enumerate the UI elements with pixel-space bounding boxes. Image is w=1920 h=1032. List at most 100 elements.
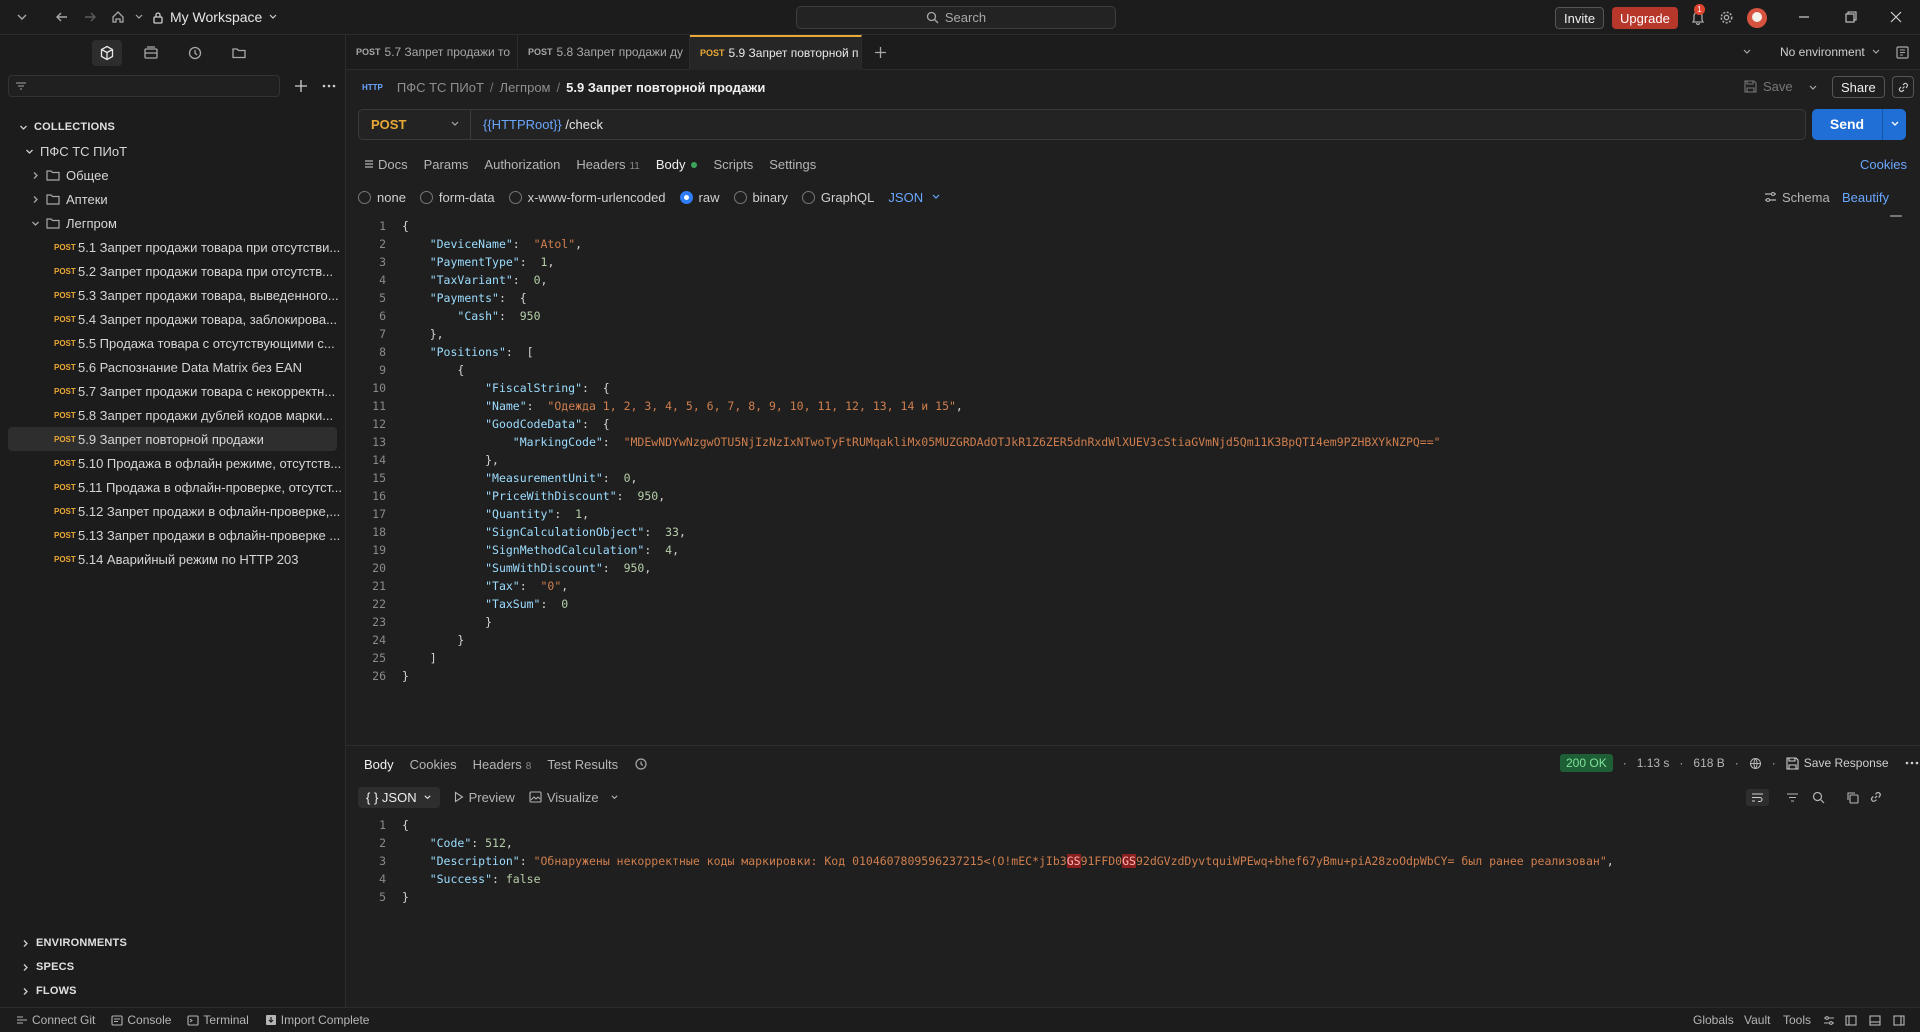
workspace-selector[interactable]: My Workspace	[152, 9, 278, 25]
schema-button[interactable]: Schema	[1764, 190, 1830, 205]
specs-section[interactable]: SPECS	[0, 955, 346, 979]
collection-root[interactable]: ПФС ТС ПИоТ	[0, 139, 345, 163]
request-item[interactable]: POST 5.10 Продажа в офлайн режиме, отсутс…	[0, 451, 345, 475]
wrap-lines-icon[interactable]	[1746, 788, 1769, 806]
folder-item[interactable]: Легпром	[0, 211, 345, 235]
radio-graphql[interactable]: GraphQL	[801, 190, 874, 205]
request-item[interactable]: POST 5.12 Запрет продажи в офлайн-проверк…	[0, 499, 345, 523]
method-select[interactable]: POST	[359, 109, 471, 139]
restore-window-icon[interactable]	[1837, 3, 1865, 31]
home-chevron-icon[interactable]	[132, 3, 146, 31]
forward-arrow-icon[interactable]	[76, 3, 104, 31]
response-search-icon[interactable]	[1812, 791, 1825, 804]
request-tab-active[interactable]: POST 5.9 Запрет повторной п	[690, 34, 862, 70]
response-body-viewer[interactable]: 1{2 "Code": 512, 3 "Description": "Обнару…	[346, 812, 1920, 906]
tab-authorization[interactable]: Authorization	[484, 157, 560, 172]
folder-item[interactable]: Общее	[0, 163, 345, 187]
console-button[interactable]: Console	[111, 1013, 171, 1027]
request-body-editor[interactable]: 1{2 "DeviceName": "Atol", 3 "PaymentType"…	[346, 215, 1920, 735]
request-item[interactable]: POST 5.11 Продажа в офлайн-проверке, отсу…	[0, 475, 345, 499]
breadcrumb-root[interactable]: ПФС ТС ПИоТ	[397, 80, 484, 95]
environments-section[interactable]: ENVIRONMENTS	[0, 931, 346, 955]
request-item[interactable]: POST 5.9 Запрет повторной продажи	[8, 427, 337, 451]
layout-bottom-panel-icon[interactable]	[1869, 1015, 1881, 1026]
editor-scrollbar[interactable]	[1890, 215, 1902, 217]
tab-docs[interactable]: Docs	[364, 157, 408, 172]
tab-headers[interactable]: Headers 11	[576, 157, 640, 172]
share-button[interactable]: Share	[1832, 76, 1885, 98]
request-item[interactable]: POST 5.5 Продажа товара с отсутствующими …	[0, 331, 345, 355]
more-options-icon[interactable]	[322, 84, 336, 88]
send-options-chevron-icon[interactable]	[1882, 108, 1906, 140]
response-more-icon[interactable]	[1905, 761, 1919, 765]
folder-item[interactable]: Аптеки	[0, 187, 345, 211]
terminal-button[interactable]: Terminal	[187, 1013, 249, 1027]
visualize-button[interactable]: Visualize	[529, 790, 619, 805]
flows-section[interactable]: FLOWS	[0, 979, 346, 1003]
connect-git-button[interactable]: Connect Git	[16, 1013, 95, 1027]
response-filter-icon[interactable]	[1786, 792, 1799, 803]
radio-urlencoded[interactable]: x-www-form-urlencoded	[508, 190, 666, 205]
request-item[interactable]: POST 5.13 Запрет продажи в офлайн-проверк…	[0, 523, 345, 547]
tab-params[interactable]: Params	[424, 157, 469, 172]
tab-body[interactable]: Body	[656, 157, 698, 172]
response-tab-body[interactable]: Body	[364, 757, 394, 772]
radio-none[interactable]: none	[358, 190, 406, 205]
environment-quick-look-icon[interactable]	[1896, 46, 1909, 59]
back-arrow-icon[interactable]	[48, 3, 76, 31]
response-time[interactable]: 1.13 s	[1637, 756, 1670, 770]
request-item[interactable]: POST 5.8 Запрет продажи дублей кодов марк…	[0, 403, 345, 427]
network-globe-icon[interactable]	[1749, 757, 1762, 770]
global-search[interactable]: Search	[796, 6, 1116, 29]
settings-gear-icon[interactable]	[1712, 3, 1740, 31]
new-tab-plus-icon[interactable]	[874, 46, 887, 59]
response-tab-tests[interactable]: Test Results	[547, 757, 618, 772]
request-item[interactable]: POST 5.6 Распознание Data Matrix без EAN	[0, 355, 345, 379]
request-item[interactable]: POST 5.14 Аварийный режим по HTTP 203	[0, 547, 345, 571]
radio-raw[interactable]: raw	[679, 190, 720, 205]
request-item[interactable]: POST 5.1 Запрет продажи товара при отсутс…	[0, 235, 345, 259]
close-window-icon[interactable]	[1882, 3, 1910, 31]
save-chevron-icon[interactable]	[1808, 83, 1818, 93]
request-tab[interactable]: POST 5.7 Запрет продажи то	[346, 34, 518, 70]
filter-input[interactable]	[8, 75, 280, 97]
tabs-overflow-chevron-icon[interactable]	[1742, 47, 1752, 57]
preview-button[interactable]: Preview	[454, 790, 515, 805]
files-folder-icon[interactable]	[224, 40, 254, 66]
response-tab-cookies[interactable]: Cookies	[410, 757, 457, 772]
response-size[interactable]: 618 B	[1693, 756, 1724, 770]
send-button[interactable]: Send	[1812, 108, 1882, 140]
menu-chevron-icon[interactable]	[8, 3, 36, 31]
environment-selector[interactable]: No environment	[1780, 45, 1881, 59]
layout-right-panel-icon[interactable]	[1893, 1015, 1905, 1026]
copy-response-icon[interactable]	[1846, 791, 1859, 804]
response-link-icon[interactable]	[1870, 791, 1882, 803]
user-avatar[interactable]	[1747, 8, 1767, 28]
radio-binary[interactable]: binary	[733, 190, 788, 205]
vault-link[interactable]: Vault	[1744, 1013, 1770, 1027]
request-item[interactable]: POST 5.7 Запрет продажи товара с некоррек…	[0, 379, 345, 403]
request-item[interactable]: POST 5.2 Запрет продажи товара при отсутс…	[0, 259, 345, 283]
history-icon[interactable]	[180, 40, 210, 66]
breadcrumb-folder[interactable]: Легпром	[500, 80, 551, 95]
import-status[interactable]: Import Complete	[265, 1013, 369, 1027]
raw-format-select[interactable]: JSON	[888, 190, 941, 205]
tools-link[interactable]: Tools	[1783, 1013, 1811, 1027]
collections-cube-icon[interactable]	[92, 40, 122, 66]
response-tab-headers[interactable]: Headers 8	[473, 757, 532, 772]
add-collection-plus-icon[interactable]	[294, 79, 308, 93]
layout-sidebar-icon[interactable]	[1845, 1015, 1857, 1026]
upgrade-button[interactable]: Upgrade	[1612, 7, 1678, 29]
globals-link[interactable]: Globals	[1693, 1013, 1734, 1027]
home-icon[interactable]	[104, 3, 132, 31]
url-input[interactable]: {{HTTPRoot}} /check	[471, 117, 603, 132]
request-title[interactable]: 5.9 Запрет повторной продажи	[566, 80, 765, 95]
request-item[interactable]: POST 5.4 Запрет продажи товара, заблокиро…	[0, 307, 345, 331]
settings-sliders-icon[interactable]	[1823, 1015, 1835, 1026]
save-response-button[interactable]: Save Response	[1786, 756, 1889, 770]
invite-button[interactable]: Invite	[1555, 7, 1605, 29]
request-tab[interactable]: POST 5.8 Запрет продажи ду	[518, 34, 690, 70]
request-item[interactable]: POST 5.3 Запрет продажи товара, выведенно…	[0, 283, 345, 307]
environments-icon[interactable]	[136, 40, 166, 66]
beautify-button[interactable]: Beautify	[1842, 190, 1889, 205]
